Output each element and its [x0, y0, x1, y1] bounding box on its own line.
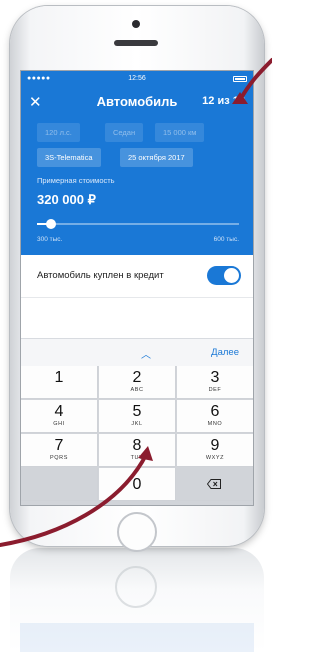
key-letters: DEF: [208, 387, 222, 393]
credit-label: Автомобиль куплен в кредит: [37, 270, 164, 281]
keyboard-accessory-bar: ︿ Далее: [21, 338, 253, 367]
key-digit: 3: [210, 369, 220, 386]
key-3[interactable]: 3 DEF: [177, 366, 253, 399]
key-letters: TUV: [130, 455, 144, 461]
key-digit: 4: [54, 403, 64, 420]
front-camera: [132, 20, 140, 28]
key-letters: ABC: [130, 387, 144, 393]
status-bar: ●●●●● 12:56: [21, 75, 253, 85]
phone-screen: ●●●●● 12:56 ✕ Автомобиль 12 из 13 120 л.…: [20, 70, 254, 506]
reflection-home-button: [115, 566, 157, 608]
key-digit: 6: [210, 403, 220, 420]
price-slider-handle[interactable]: [45, 219, 56, 229]
key-digit: 7: [54, 437, 64, 454]
backspace-icon: [207, 479, 221, 489]
chip-mileage[interactable]: 15 000 км: [155, 123, 205, 142]
price-value: 320 000 ₽: [37, 192, 96, 207]
credit-toggle-knob: [224, 268, 239, 283]
credit-row: Автомобиль куплен в кредит: [21, 255, 253, 298]
battery-icon: [233, 76, 247, 82]
key-digit: 5: [132, 403, 142, 420]
phone-frame: ●●●●● 12:56 ✕ Автомобиль 12 из 13 120 л.…: [10, 6, 264, 552]
key-1[interactable]: 1: [21, 366, 98, 399]
key-letters: JKL: [131, 421, 143, 427]
key-9[interactable]: 9 WXYZ: [177, 434, 253, 467]
slider-min-label: 300 тыс.: [37, 236, 63, 243]
price-label: Примерная стоимость: [37, 176, 115, 185]
chevron-up-icon[interactable]: ︿: [141, 346, 151, 361]
key-2[interactable]: 2 ABC: [99, 366, 176, 399]
chip-purchase-date[interactable]: 25 октября 2017: [120, 148, 193, 167]
chip-power[interactable]: 120 л.с.: [37, 123, 80, 142]
key-5[interactable]: 5 JKL: [99, 400, 176, 433]
chip-telematics[interactable]: 3S-Telematica: [37, 148, 101, 167]
numeric-keypad: 1 2 ABC 3 DEF 4 GHI 5 JKL 6 MNO 7 PQRS 8 TUV 9W…: [21, 366, 253, 505]
key-digit: 0: [132, 476, 142, 493]
chip-body-type[interactable]: Седан: [105, 123, 144, 142]
credit-toggle[interactable]: [207, 266, 241, 285]
device-reflection: [10, 548, 264, 652]
home-button[interactable]: [117, 512, 157, 552]
key-blank: [21, 468, 98, 501]
earpiece-speaker: [114, 40, 158, 46]
key-letters: MNO: [207, 421, 223, 427]
key-digit: 2: [132, 369, 142, 386]
key-digit: 8: [132, 437, 142, 454]
slider-max-label: 600 тыс.: [213, 236, 239, 243]
nav-bar: ✕ Автомобиль 12 из 13: [21, 91, 253, 113]
key-letters: PQRS: [50, 455, 68, 461]
key-6[interactable]: 6 MNO: [177, 400, 253, 433]
reflection-screen: [20, 623, 254, 652]
key-0[interactable]: 0: [99, 468, 176, 501]
key-digit: 9: [210, 437, 220, 454]
next-button[interactable]: Далее: [211, 347, 239, 358]
key-letters: GHI: [53, 421, 65, 427]
key-4[interactable]: 4 GHI: [21, 400, 98, 433]
status-time: 12:56: [128, 75, 146, 82]
price-slider[interactable]: [37, 219, 239, 229]
key-digit: 1: [54, 369, 64, 386]
step-counter: 12 из 13: [202, 95, 245, 107]
key-8[interactable]: 8 TUV: [99, 434, 176, 467]
key-letters: WXYZ: [205, 455, 225, 461]
header-panel: ●●●●● 12:56 ✕ Автомобиль 12 из 13 120 л.…: [21, 71, 253, 255]
backspace-key[interactable]: [177, 468, 253, 501]
key-7[interactable]: 7 PQRS: [21, 434, 98, 467]
